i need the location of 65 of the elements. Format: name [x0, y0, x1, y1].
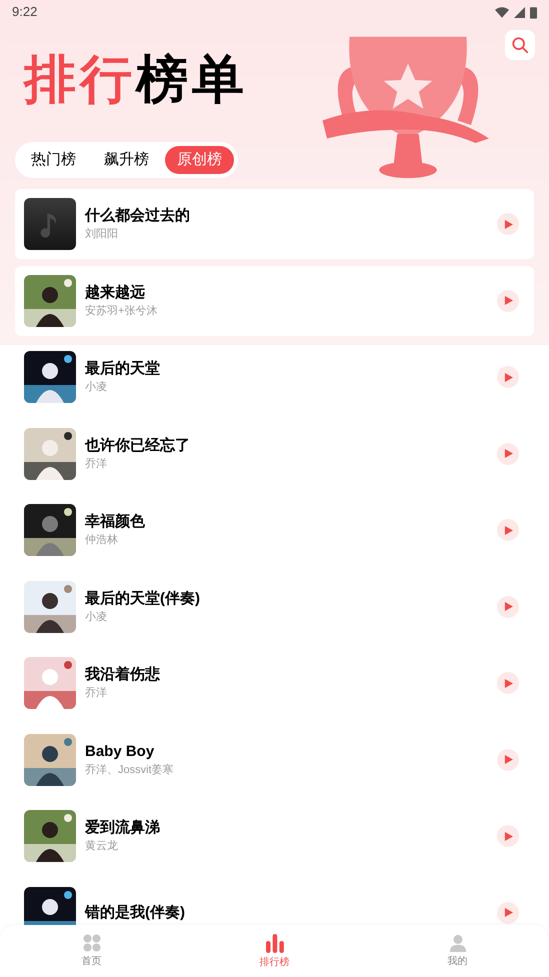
- play-icon: [504, 678, 512, 688]
- wifi-icon: [495, 6, 509, 18]
- grid-icon: [82, 934, 100, 952]
- play-button[interactable]: [497, 290, 519, 312]
- chart-tab[interactable]: 原创榜: [165, 146, 234, 174]
- song-title: 什么都会过去的: [85, 206, 191, 226]
- song-row[interactable]: 最后的天堂 小凌: [15, 342, 534, 412]
- music-note-icon: [24, 198, 76, 250]
- song-row[interactable]: 爱到流鼻涕 黄云龙: [15, 801, 534, 871]
- song-title: 越来越远: [85, 282, 146, 302]
- song-title: 也许你已经忘了: [85, 436, 191, 456]
- song-artist: 安苏羽+张兮沐: [85, 304, 158, 318]
- song-row[interactable]: 越来越远 安苏羽+张兮沐: [15, 266, 534, 336]
- play-icon: [504, 908, 512, 917]
- nav-tab[interactable]: 排行榜: [234, 932, 314, 970]
- song-title: 最后的天堂: [85, 359, 161, 379]
- song-row[interactable]: 最后的天堂(伴奏) 小凌: [15, 572, 534, 642]
- play-icon: [504, 832, 512, 840]
- song-title: 爱到流鼻涕: [85, 818, 161, 838]
- song-artist: 乔洋: [85, 686, 108, 701]
- page-title: 排行榜单: [22, 54, 249, 106]
- song-artist: 仲浩林: [85, 533, 119, 548]
- song-artist: 黄云龙: [85, 839, 119, 854]
- song-title: 我沿着伤悲: [85, 665, 161, 685]
- play-button[interactable]: [497, 519, 519, 541]
- bar-chart-icon: [264, 932, 284, 952]
- nav-tab[interactable]: 首页: [52, 934, 132, 968]
- song-artist: 刘阳阳: [85, 226, 119, 242]
- play-icon: [504, 526, 512, 534]
- song-row[interactable]: 我沿着伤悲 乔洋: [15, 648, 534, 718]
- play-button[interactable]: [497, 825, 519, 847]
- song-title: 错的是我(伴奏): [85, 902, 186, 922]
- search-button[interactable]: [505, 30, 535, 60]
- chart-tab[interactable]: 热门榜: [19, 146, 88, 174]
- song-title: 最后的天堂(伴奏): [85, 588, 201, 608]
- play-icon: [504, 296, 512, 305]
- song-row[interactable]: 也许你已经忘了 乔洋: [15, 418, 534, 488]
- play-button[interactable]: [497, 672, 519, 694]
- play-button[interactable]: [497, 442, 519, 464]
- song-artist: 小凌: [85, 380, 108, 395]
- song-row[interactable]: Baby Boy 乔洋、Jossvit姜寒: [15, 724, 534, 794]
- play-icon: [504, 372, 512, 382]
- song-title: 幸福颜色: [85, 512, 146, 532]
- play-icon: [504, 755, 512, 764]
- signal-icon: [514, 6, 525, 18]
- chart-tab[interactable]: 飙升榜: [92, 146, 161, 174]
- play-icon: [504, 602, 512, 611]
- nav-tab[interactable]: 我的: [418, 934, 498, 968]
- play-button[interactable]: [497, 596, 519, 618]
- play-button[interactable]: [497, 366, 519, 388]
- play-button[interactable]: [497, 748, 519, 770]
- status-time: 9:22: [12, 3, 38, 22]
- song-artist: 小凌: [85, 610, 108, 624]
- user-icon: [448, 934, 466, 952]
- song-title: Baby Boy: [85, 742, 156, 762]
- play-icon: [504, 220, 512, 228]
- song-artist: 乔洋: [85, 456, 108, 472]
- search-icon: [511, 36, 529, 54]
- song-artist: 乔洋、Jossvit姜寒: [85, 762, 175, 778]
- play-icon: [504, 449, 512, 458]
- play-button[interactable]: [497, 902, 519, 924]
- song-row[interactable]: 什么都会过去的 刘阳阳: [15, 189, 534, 259]
- play-button[interactable]: [497, 213, 519, 235]
- song-row[interactable]: 幸福颜色 仲浩林: [15, 495, 534, 565]
- battery-icon: [530, 6, 537, 18]
